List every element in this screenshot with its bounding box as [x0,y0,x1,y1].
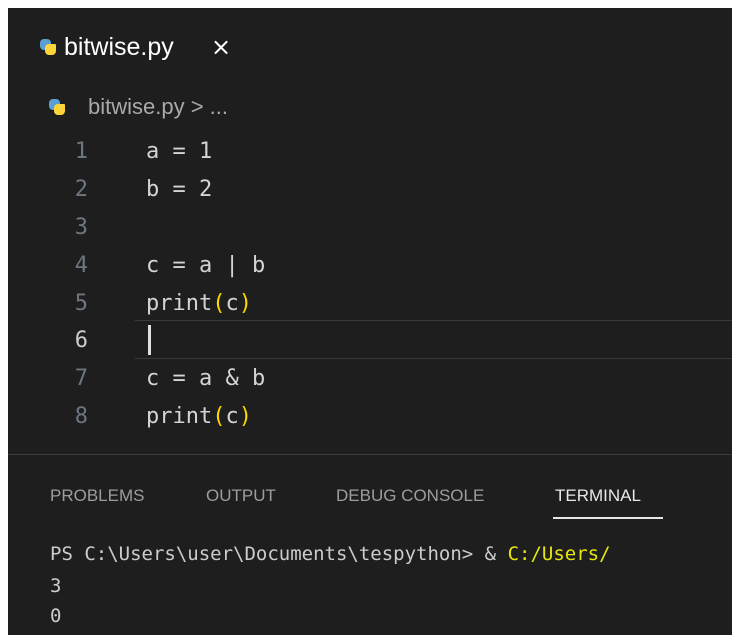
code-line[interactable]: 8 print(c) [8,398,732,436]
line-number: 6 [74,328,88,353]
code-text: c = a | b [146,253,266,278]
tab-terminal[interactable]: TERMINAL [555,486,641,506]
active-tab-indicator [553,517,663,519]
paren-close: ) [238,291,252,316]
code-text: c = a & b [146,366,266,391]
function-name: print [146,404,213,429]
code-line[interactable]: 2 b = 2 [8,171,732,209]
line-number: 1 [74,139,88,164]
code-line-current[interactable]: 6 [8,322,732,360]
code-text: print(c) [146,398,252,436]
paren-open: ( [212,291,226,316]
line-number: 5 [74,291,88,316]
editor-tab-label: bitwise.py [64,33,174,61]
code-text: print(c) [146,285,252,323]
function-name: print [146,291,213,316]
close-icon[interactable]: × [211,33,231,61]
code-line[interactable]: 7 c = a & b [8,360,732,398]
editor-tab-bar: bitwise.py × [8,8,732,88]
python-file-icon [48,98,66,116]
terminal-output-line: 3 [50,575,62,597]
code-text: b = 2 [146,177,213,202]
function-arg: c [225,404,239,429]
tab-output[interactable]: OUTPUT [206,486,276,506]
terminal-prompt: PS C:\Users\user\Documents\tespython> & [50,543,508,565]
python-file-icon [39,38,57,56]
line-number: 7 [74,366,88,391]
paren-close: ) [238,404,252,429]
line-number: 8 [74,404,88,429]
code-line[interactable]: 3 [8,209,732,247]
line-number: 2 [74,177,88,202]
line-number: 4 [74,253,88,278]
code-line[interactable]: 4 c = a | b [8,247,732,285]
breadcrumb-text[interactable]: bitwise.py > ... [88,94,228,120]
text-cursor [148,325,151,355]
terminal-output-line: 0 [50,605,62,627]
vscode-window: bitwise.py × bitwise.py > ... 1 a = 1 2 … [8,8,732,635]
code-line[interactable]: 5 print(c) [8,285,732,323]
editor-tab-bitwise[interactable]: bitwise.py × [8,8,248,88]
code-text: a = 1 [146,139,213,164]
terminal-command-line[interactable]: PS C:\Users\user\Documents\tespython> & … [50,543,611,565]
terminal-command-path: C:/Users/ [507,543,611,565]
function-arg: c [225,291,239,316]
paren-open: ( [212,404,226,429]
tab-problems[interactable]: PROBLEMS [50,486,144,506]
tab-debug-console[interactable]: DEBUG CONSOLE [336,486,484,506]
line-number: 3 [74,215,88,240]
code-line[interactable]: 1 a = 1 [8,133,732,171]
